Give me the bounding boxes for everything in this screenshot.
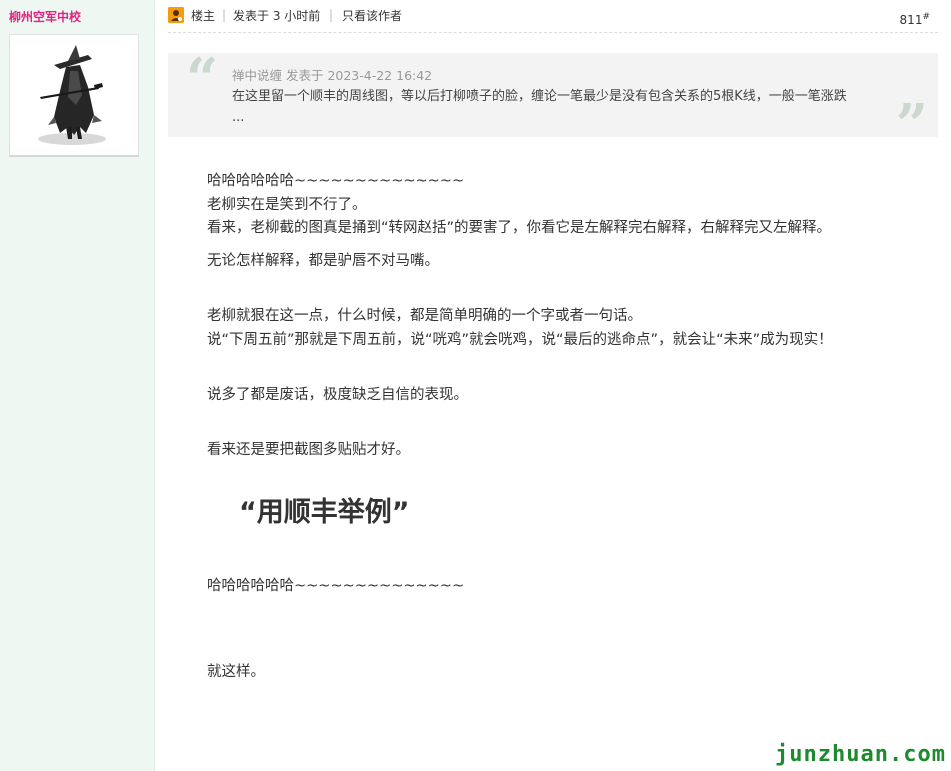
floor-number-value: 811 [899, 13, 923, 27]
divider: | [329, 8, 334, 22]
highlight-text: “用顺丰举例” [239, 497, 410, 528]
body-line: 就这样。 [207, 663, 265, 680]
body-line: 说多了都是废话，极度缺乏自信的表现。 [207, 387, 468, 403]
body-line: 看来，老柳截的图真是捅到“转网赵括”的要害了，你看它是左解释完右解释，右解释完又… [207, 220, 832, 236]
divider: | [222, 8, 227, 22]
body-line: 老柳就狠在这一点，什么时候，都是简单明确的一个字或者一句话。 [207, 308, 642, 324]
body-line: 老柳实在是笑到不行了。 [207, 196, 367, 213]
op-badge-icon [168, 7, 184, 23]
body-line: 无论怎样解释，都是驴唇不对马嘴。 [207, 252, 439, 269]
only-author-link[interactable]: 只看该作者 [342, 9, 402, 23]
quote-header: 禅中说缠 发表于 2023-4-22 16:42 [232, 68, 433, 83]
body-line: 看来还是要把截图多贴贴才好。 [207, 441, 410, 458]
quote-close-icon: ” [895, 92, 928, 158]
post-header: 楼主 | 发表于 3 小时前 | 只看该作者 811# [168, 4, 938, 33]
floor-number[interactable]: 811# [900, 12, 930, 27]
body-line: 哈哈哈哈哈哈~~~~~~~~~~~~~~ [207, 578, 465, 594]
quoted-post: “ 禅中说缠 发表于 2023-4-22 16:42 在这里留一个顺丰的周线图，… [168, 46, 938, 153]
ronin-warrior-avatar [38, 45, 106, 145]
author-name-link[interactable]: 柳州空军中校 [9, 8, 81, 25]
floor-suffix: # [922, 12, 930, 22]
body-line: 说“下周五前”那就是下周五前，说“咣鸡”就会咣鸡，说“最后的逃命点”，就会让“未… [207, 331, 833, 348]
posted-time: 发表于 3 小时前 [233, 9, 321, 23]
post-role-label: 楼主 [191, 9, 216, 23]
author-sidebar: 柳州空军中校 [0, 0, 155, 771]
avatar[interactable] [9, 34, 139, 157]
post-content: 哈哈哈哈哈哈~~~~~~~~~~~~~~ 老柳实在是笑到不行了。 看来，老柳截的… [207, 170, 927, 684]
site-watermark: junzhuan.com [775, 742, 946, 767]
body-line: 哈哈哈哈哈哈~~~~~~~~~~~~~~ [207, 173, 465, 189]
quote-text: 在这里留一个顺丰的周线图，等以后打柳喷子的脸，缠论一笔最少是没有包含关系的5根K… [232, 89, 847, 125]
quote-open-icon: “ [186, 46, 219, 112]
